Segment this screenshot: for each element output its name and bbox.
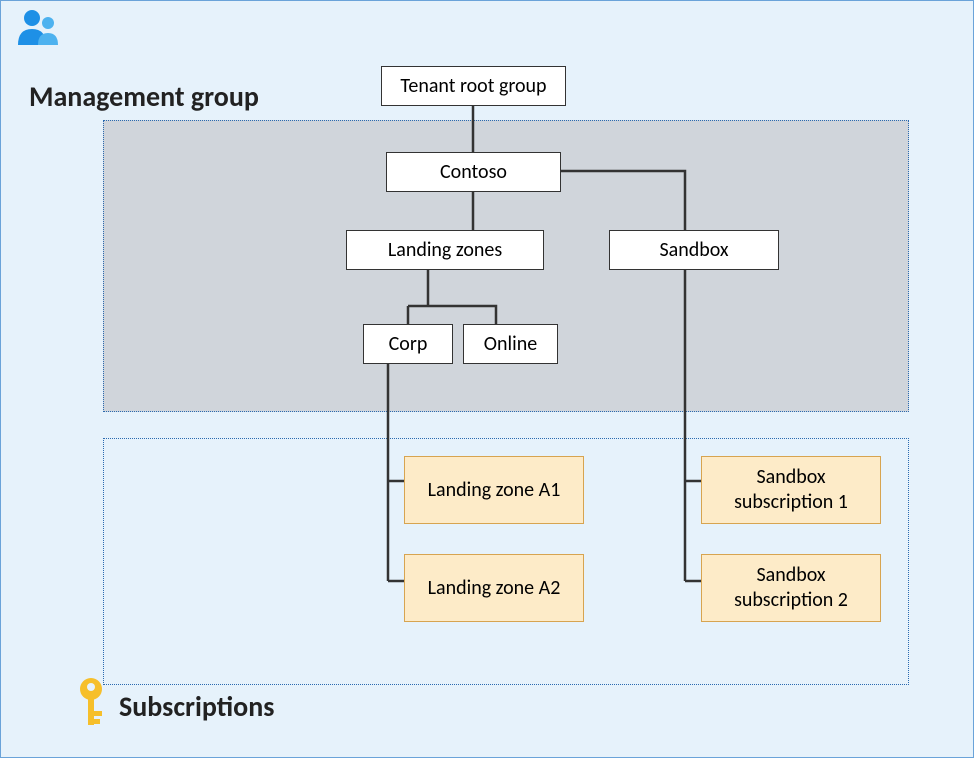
- key-icon: [71, 677, 111, 734]
- node-corp: Corp: [363, 324, 453, 364]
- people-icon: [15, 7, 63, 56]
- subscription-sandbox-2: Sandbox subscription 2: [701, 554, 881, 622]
- node-tenant-root: Tenant root group: [381, 66, 566, 106]
- section-title-management-group: Management group: [29, 79, 259, 114]
- node-landing-zones: Landing zones: [346, 230, 544, 270]
- subscription-sandbox-1: Sandbox subscription 1: [701, 456, 881, 524]
- subscription-landing-zone-a1: Landing zone A1: [404, 456, 584, 524]
- node-sandbox: Sandbox: [609, 230, 779, 270]
- subscription-landing-zone-a2: Landing zone A2: [404, 554, 584, 622]
- diagram-canvas: Management group Subscriptions: [0, 0, 974, 758]
- node-contoso: Contoso: [386, 152, 561, 192]
- section-title-subscriptions: Subscriptions: [119, 689, 274, 724]
- node-online: Online: [463, 324, 558, 364]
